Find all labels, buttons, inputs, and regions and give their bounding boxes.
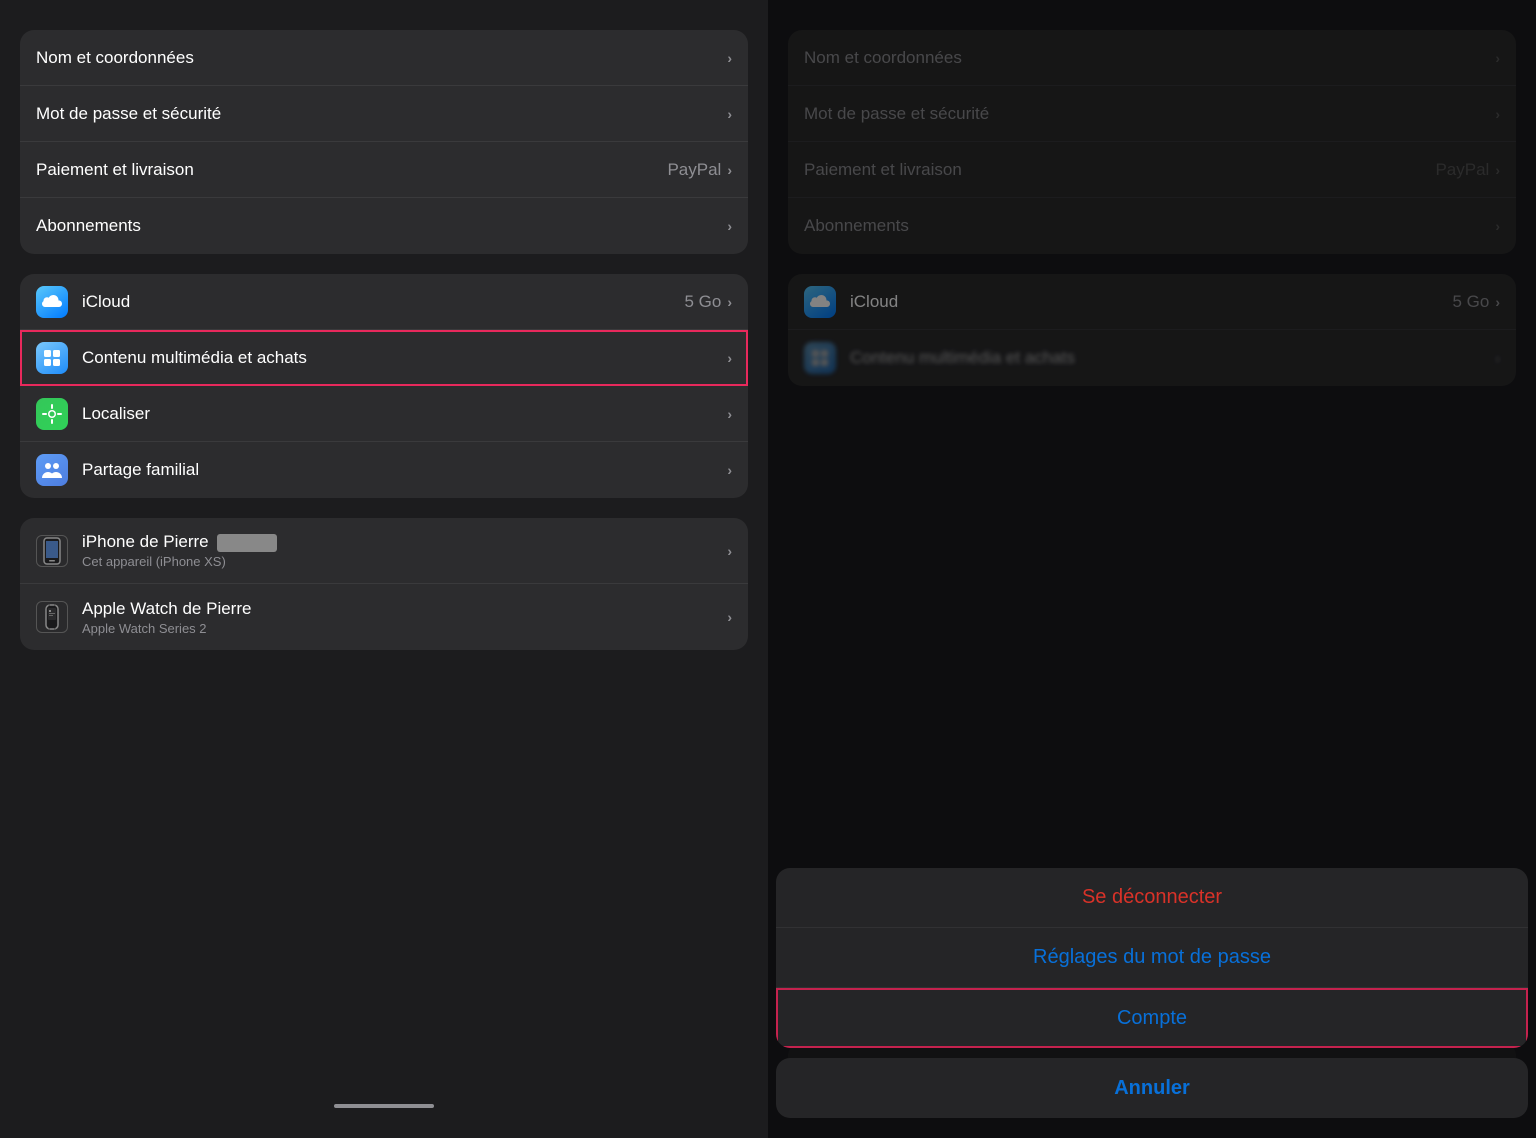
scroll-indicator — [334, 1104, 434, 1108]
iphone-device-icon — [36, 535, 68, 567]
chevron-icon: › — [727, 50, 732, 66]
media-icon — [36, 342, 68, 374]
chevron-icon: › — [727, 162, 732, 178]
paiement-row[interactable]: Paiement et livraison PayPal › — [20, 142, 748, 198]
account-settings-group: Nom et coordonnées › Mot de passe et séc… — [20, 30, 748, 254]
localiser-label: Localiser — [82, 404, 727, 424]
watch-device-row[interactable]: Apple Watch de Pierre Apple Watch Series… — [20, 584, 748, 650]
abonnements-label: Abonnements — [36, 216, 727, 236]
annuler-button[interactable]: Annuler — [776, 1058, 1528, 1118]
chevron-icon: › — [727, 609, 732, 625]
partage-familial-row[interactable]: Partage familial › — [20, 442, 748, 498]
mot-de-passe-label: Mot de passe et sécurité — [36, 104, 727, 124]
deconnecter-button[interactable]: Se déconnecter — [776, 868, 1528, 928]
left-panel: Nom et coordonnées › Mot de passe et séc… — [0, 0, 768, 1138]
media-achats-row[interactable]: Contenu multimédia et achats › — [20, 330, 748, 386]
chevron-icon: › — [727, 350, 732, 366]
iphone-info: iPhone de Pierre Cet appareil (iPhone XS… — [82, 532, 727, 569]
annuler-label: Annuler — [1114, 1077, 1190, 1100]
chevron-icon: › — [727, 106, 732, 122]
media-label: Contenu multimédia et achats — [82, 348, 727, 368]
right-panel: Nom et coordonnées › Mot de passe et séc… — [768, 0, 1536, 1138]
chevron-icon: › — [727, 294, 732, 310]
watch-info: Apple Watch de Pierre Apple Watch Series… — [82, 599, 727, 636]
name-blur — [217, 534, 277, 552]
partage-label: Partage familial — [82, 460, 727, 480]
family-icon — [36, 454, 68, 486]
mot-de-passe-row[interactable]: Mot de passe et sécurité › — [20, 86, 748, 142]
services-group: iCloud 5 Go › Contenu multimédia et acha… — [20, 274, 748, 498]
watch-device-icon — [36, 601, 68, 633]
password-settings-button[interactable]: Réglages du mot de passe — [776, 928, 1528, 988]
iphone-subtitle: Cet appareil (iPhone XS) — [82, 554, 727, 569]
icloud-value: 5 Go — [684, 292, 721, 312]
chevron-icon: › — [727, 543, 732, 559]
chevron-icon: › — [727, 462, 732, 478]
watch-subtitle: Apple Watch Series 2 — [82, 621, 727, 636]
nom-coordonnees-label: Nom et coordonnées — [36, 48, 727, 68]
nom-coordonnees-row[interactable]: Nom et coordonnées › — [20, 30, 748, 86]
watch-name: Apple Watch de Pierre — [82, 599, 727, 619]
paiement-value: PayPal — [667, 160, 721, 180]
deconnecter-label: Se déconnecter — [1082, 886, 1222, 909]
iphone-name: iPhone de Pierre — [82, 532, 727, 552]
devices-group: iPhone de Pierre Cet appareil (iPhone XS… — [20, 518, 748, 650]
compte-button[interactable]: Compte — [776, 988, 1528, 1048]
action-sheet: Se déconnecter Réglages du mot de passe … — [776, 868, 1528, 1048]
paiement-label: Paiement et livraison — [36, 160, 667, 180]
password-settings-label: Réglages du mot de passe — [1033, 946, 1271, 969]
icloud-row[interactable]: iCloud 5 Go › — [20, 274, 748, 330]
icloud-label: iCloud — [82, 292, 684, 312]
chevron-icon: › — [727, 218, 732, 234]
localiser-row[interactable]: Localiser › — [20, 386, 748, 442]
abonnements-row[interactable]: Abonnements › — [20, 198, 748, 254]
action-sheet-overlay: Se déconnecter Réglages du mot de passe … — [768, 0, 1536, 1138]
chevron-icon: › — [727, 406, 732, 422]
iphone-device-row[interactable]: iPhone de Pierre Cet appareil (iPhone XS… — [20, 518, 748, 584]
icloud-icon — [36, 286, 68, 318]
find-icon — [36, 398, 68, 430]
compte-label: Compte — [1117, 1007, 1187, 1030]
